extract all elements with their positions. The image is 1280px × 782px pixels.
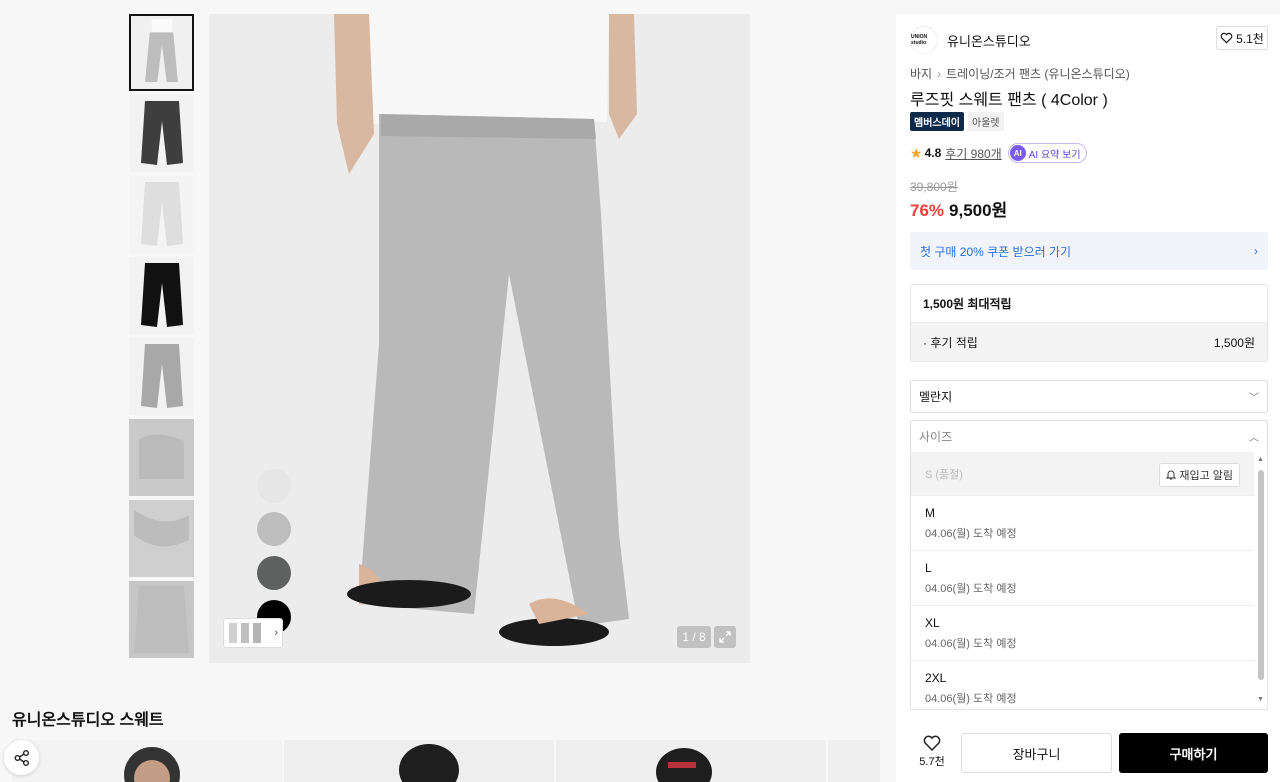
breadcrumb: 바지 › 트레이닝/조거 팬츠 (유니온스튜디오): [910, 65, 1130, 82]
product-title: 루즈핏 스웨트 팬츠 ( 4Color ): [910, 92, 1108, 109]
scroll-down-icon[interactable]: ▼: [1257, 696, 1264, 703]
thumbnail-4[interactable]: [129, 257, 194, 334]
restock-label: 재입고 알림: [1179, 470, 1233, 482]
discount-rate: 76%: [910, 201, 945, 220]
size-option-s: S (품절) 재입고 알림: [911, 452, 1254, 496]
thumbnail-3[interactable]: [129, 176, 194, 253]
heart-icon: [923, 735, 941, 751]
ai-summary-label: AI 요약 보기: [1028, 149, 1081, 161]
color-thumbnail-strip[interactable]: ›: [223, 618, 283, 648]
product-info-panel: UNION studio 유니온스튜디오 5.1천 바지 › 트레이닝/조거 팬츠 …: [896, 14, 1280, 782]
image-counter: 1 / 8: [677, 626, 711, 648]
dropdown-scrollbar[interactable]: ▲ ▼: [1257, 456, 1265, 706]
scroll-up-icon[interactable]: ▲: [1257, 456, 1264, 463]
size-option-label: M: [925, 506, 935, 520]
thumbnail-1[interactable]: [129, 14, 194, 91]
review-points-row: · 후기 적립 1,500원: [911, 323, 1267, 361]
size-option-eta: 04.06(월) 도착 예정: [925, 583, 1017, 595]
points-box: 1,500원 최대적립 · 후기 적립 1,500원: [910, 284, 1268, 362]
expand-icon[interactable]: [714, 626, 736, 648]
brand-link[interactable]: UNION studio 유니온스튜디오: [910, 26, 1031, 54]
recommend-card[interactable]: [828, 740, 880, 782]
thumbnail-8[interactable]: [129, 581, 194, 658]
chevron-right-icon: ›: [937, 67, 942, 81]
product-page: › 1 / 8 유니온스튜디오 스웨트 UNION studio 유니온스튜디오…: [0, 0, 1280, 782]
rating-row: ★ 4.8 후기 980개 AI AI 요약 보기: [910, 143, 1087, 163]
badges: 멤버스데이 아울렛: [910, 112, 1004, 131]
chevron-down-icon: ﹀: [1249, 393, 1259, 404]
size-dropdown: S (품절) 재입고 알림 M 04.06(월) 도착 예정 L 04.06(월…: [910, 452, 1268, 710]
size-option-l[interactable]: L 04.06(월) 도착 예정: [911, 551, 1254, 606]
brand-name: 유니온스튜디오: [947, 33, 1031, 49]
size-option-xl[interactable]: XL 04.06(월) 도착 예정: [911, 606, 1254, 661]
main-product-image[interactable]: › 1 / 8: [209, 14, 750, 663]
cart-button[interactable]: 장바구니: [961, 733, 1112, 773]
scrollbar-thumb[interactable]: [1258, 470, 1264, 680]
size-option-label: XL: [925, 616, 940, 630]
thumbnail-5[interactable]: [129, 338, 194, 415]
breadcrumb-category[interactable]: 바지: [910, 67, 932, 81]
chevron-right-icon: ›: [274, 627, 278, 639]
sale-price: 9,500원: [949, 201, 1008, 220]
review-link[interactable]: 후기 980개: [945, 145, 1001, 162]
size-select-placeholder: 사이즈: [919, 430, 953, 444]
ai-summary-button[interactable]: AI AI 요약 보기: [1007, 143, 1087, 163]
size-option-eta: 04.06(월) 도착 예정: [925, 638, 1017, 650]
thumbnail-list: [129, 14, 195, 662]
share-icon: [14, 749, 29, 766]
members-day-badge: 멤버스데이: [910, 112, 964, 131]
price-row: 76% 9,500원: [910, 196, 1007, 221]
color-swatch-1[interactable]: [257, 469, 291, 503]
size-option-eta: 04.06(월) 도착 예정: [925, 693, 1017, 705]
brand-like-count: 5.1천: [1236, 31, 1264, 46]
recommend-card[interactable]: [556, 740, 826, 782]
share-button[interactable]: [4, 740, 39, 775]
original-price: 39,800원: [910, 180, 958, 194]
coupon-label: 첫 구매 20% 쿠폰 받으러 가기: [920, 244, 1072, 259]
brand-logo: UNION studio: [910, 26, 938, 54]
recommend-card[interactable]: [12, 740, 282, 782]
breadcrumb-subcategory[interactable]: 트레이닝/조거 팬츠 (유니온스튜디오): [946, 67, 1130, 81]
mini-product-icon: [229, 623, 261, 643]
recommend-card[interactable]: [284, 740, 554, 782]
color-swatch-2[interactable]: [257, 512, 291, 546]
size-option-2xl[interactable]: 2XL 04.06(월) 도착 예정: [911, 661, 1254, 709]
wish-button[interactable]: 5.7천: [918, 732, 946, 769]
buy-button[interactable]: 구매하기: [1119, 733, 1268, 773]
heart-icon: [1220, 32, 1233, 44]
rating-score: 4.8: [924, 146, 942, 160]
purchase-bar: 5.7천 장바구니 구매하기: [896, 732, 1280, 782]
chevron-right-icon: ›: [1254, 244, 1258, 258]
size-option-label: 2XL: [925, 671, 947, 685]
bell-icon: [1166, 470, 1177, 480]
coupon-banner[interactable]: 첫 구매 20% 쿠폰 받으러 가기 ›: [910, 232, 1268, 270]
ai-icon: AI: [1009, 145, 1026, 161]
thumbnail-6[interactable]: [129, 419, 194, 496]
star-icon: ★: [910, 144, 923, 161]
max-points: 1,500원 최대적립: [911, 285, 1267, 323]
recommend-strip: [0, 740, 880, 782]
product-photo: [209, 14, 750, 663]
chevron-up-icon: ︿: [1249, 433, 1259, 444]
thumbnail-2[interactable]: [129, 95, 194, 172]
outlet-badge: 아울렛: [968, 112, 1004, 131]
restock-alert-button[interactable]: 재입고 알림: [1159, 463, 1240, 487]
color-select[interactable]: 멜란지 ﹀: [910, 380, 1268, 413]
color-select-value: 멜란지: [919, 390, 953, 404]
wish-count: 5.7천: [919, 756, 945, 768]
size-option-label: L: [925, 561, 932, 575]
brand-like-button[interactable]: 5.1천: [1216, 26, 1268, 50]
color-swatch-3[interactable]: [257, 556, 291, 590]
size-option-m[interactable]: M 04.06(월) 도착 예정: [911, 496, 1254, 551]
review-points-value: 1,500원: [1213, 336, 1255, 350]
recommend-section-title: 유니온스튜디오 스웨트: [12, 712, 164, 729]
size-option-eta: 04.06(월) 도착 예정: [925, 528, 1017, 540]
size-select[interactable]: 사이즈 ︿: [910, 420, 1268, 453]
review-points-label: · 후기 적립: [923, 336, 978, 350]
size-option-label: S (품절): [925, 468, 963, 481]
thumbnail-7[interactable]: [129, 500, 194, 577]
